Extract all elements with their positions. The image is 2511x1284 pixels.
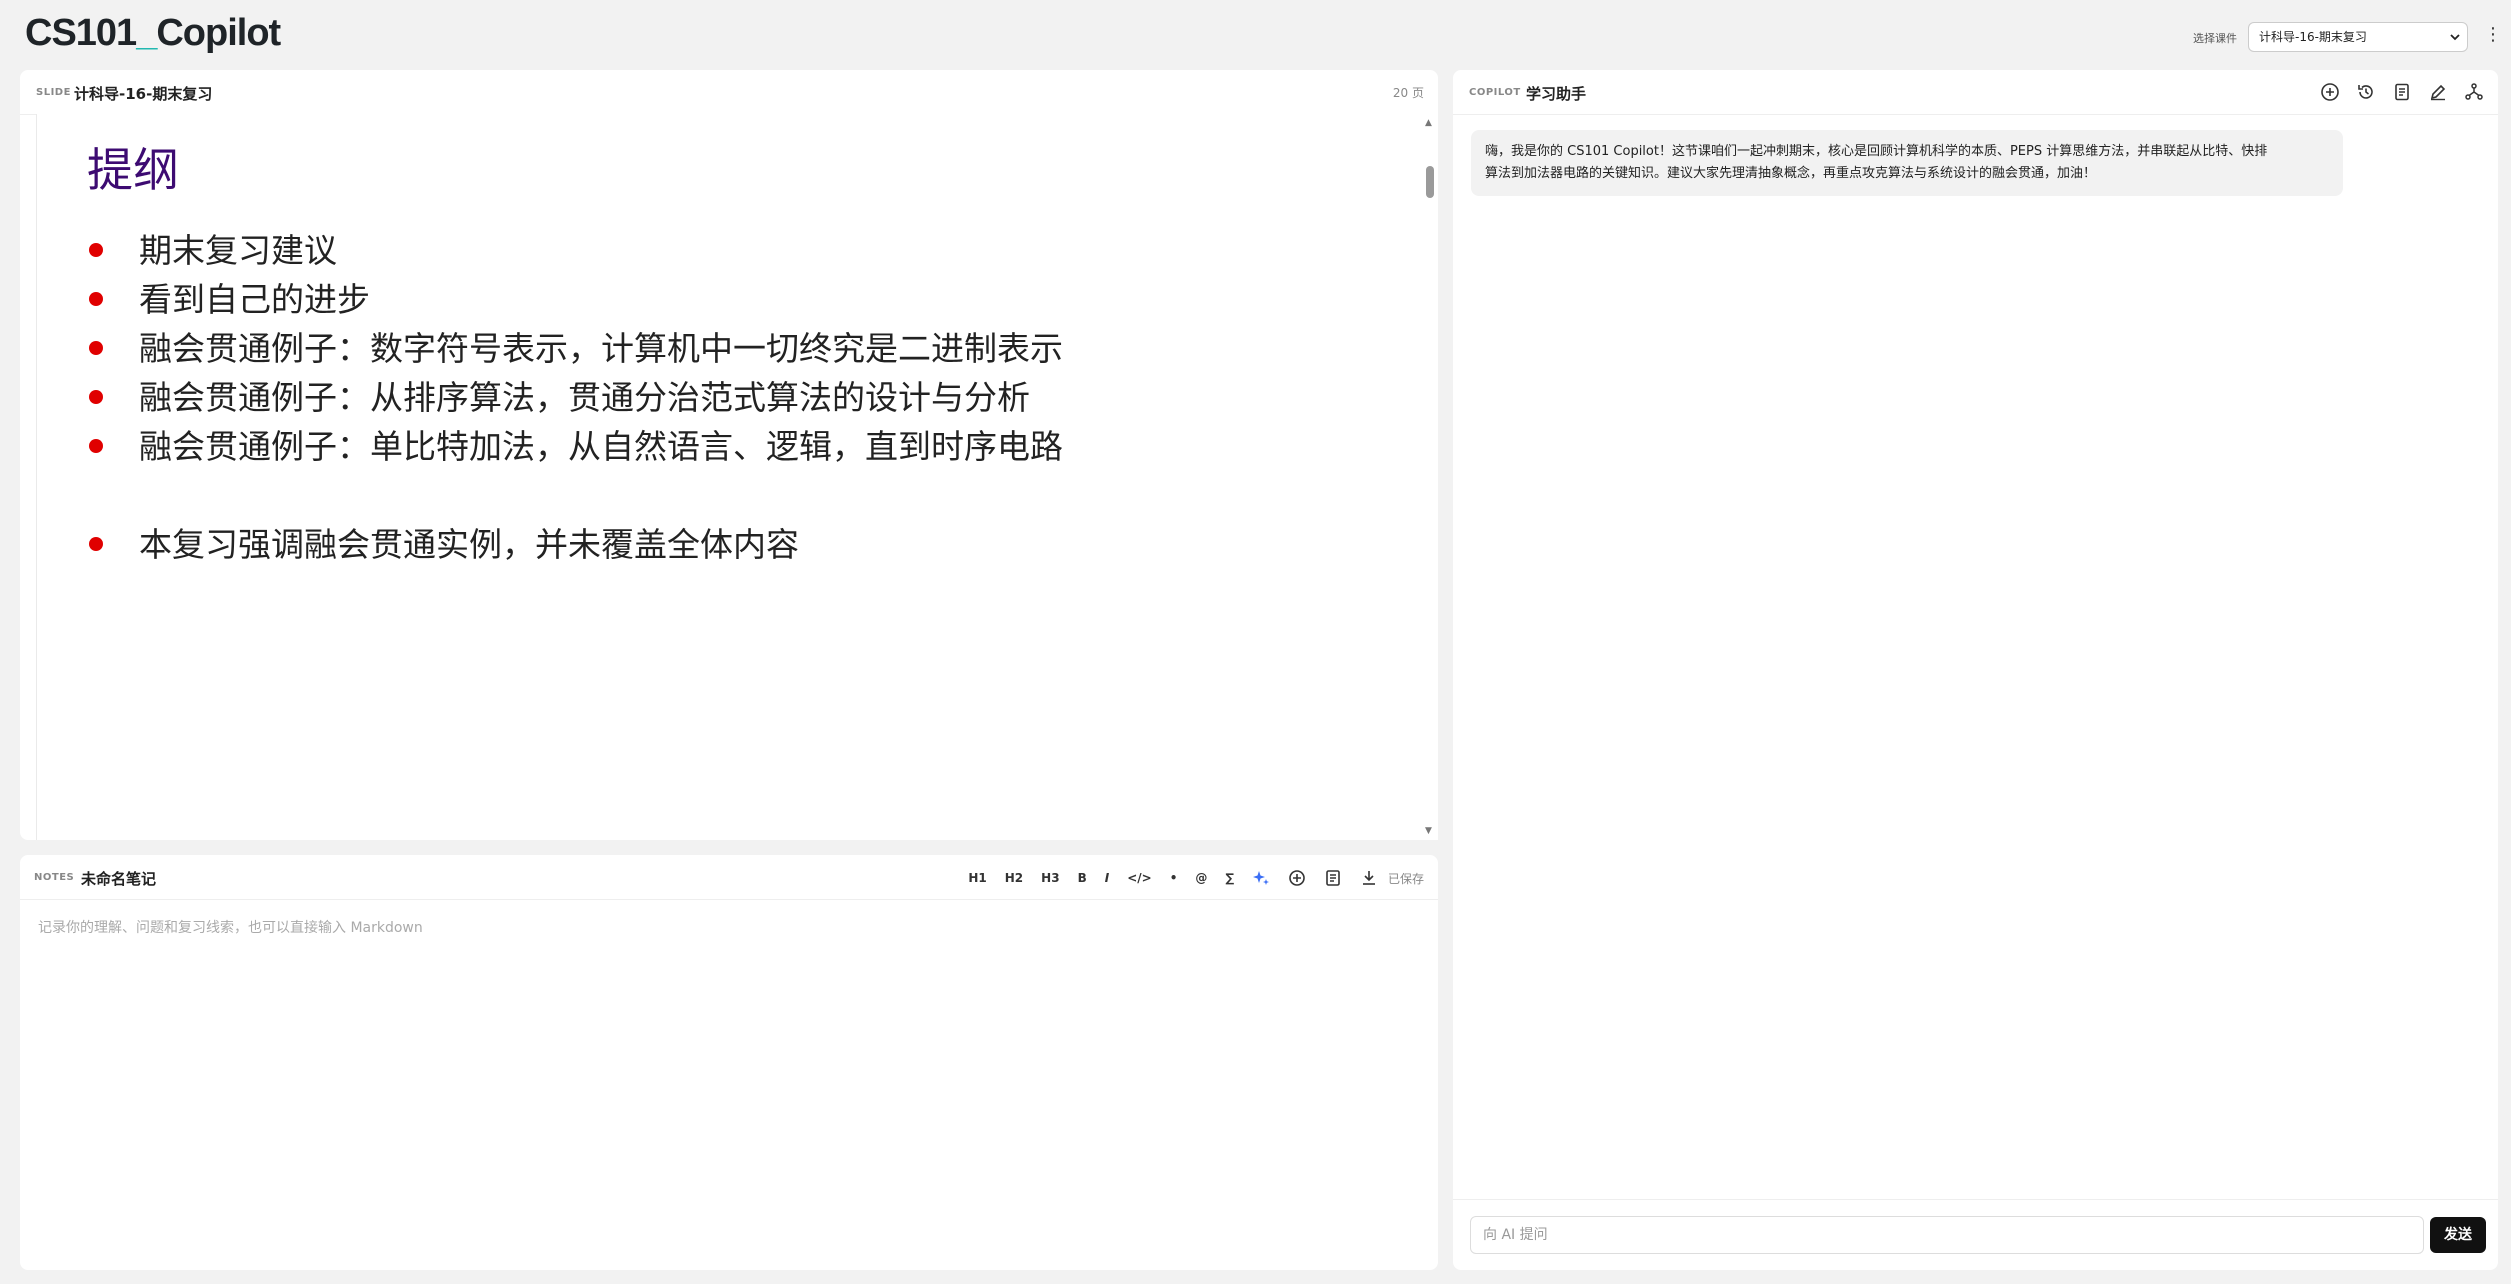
slide-bullet: 融会贯通例子：从排序算法，贯通分治范式算法的设计与分析 xyxy=(87,373,1063,422)
bullet-dot-icon xyxy=(89,390,103,404)
assistant-message-line: 算法到加法器电路的关键知识。建议大家先理清抽象概念，再重点攻克算法与系统设计的融… xyxy=(1485,166,2097,181)
ask-ai-input[interactable]: 向 AI 提问 xyxy=(1470,1216,2424,1254)
copilot-header-actions xyxy=(2304,82,2484,102)
page-count: 20 页 xyxy=(1392,86,1424,100)
slide-heading: 提纲 xyxy=(87,143,179,197)
h3-button[interactable]: H3 xyxy=(1041,869,1059,887)
edit-icon[interactable] xyxy=(2428,82,2448,102)
send-button[interactable]: 发送 xyxy=(2430,1217,2486,1253)
course-select[interactable]: 计科导-16-期末复习 xyxy=(2248,22,2468,52)
slide-title: 计科导-16-期末复习 xyxy=(74,85,213,103)
notes-editor[interactable]: 记录你的理解、问题和复习线索，也可以直接输入 Markdown xyxy=(38,917,423,937)
top-bar: CS101_Copilot 选择课件 计科导-16-期末复习 ⋮ xyxy=(0,0,2511,70)
bullet-dot-icon xyxy=(89,439,103,453)
copilot-title: 学习助手 xyxy=(1526,85,1587,103)
app-logo: CS101_Copilot xyxy=(25,12,281,54)
notes-panel: NOTES 未命名笔记 H1 H2 H3 B I </> • @ ∑ 已保存 记… xyxy=(20,855,1438,1270)
slide-scrollbar[interactable]: ▲ ▼ xyxy=(1422,114,1438,840)
copilot-panel-header: COPILOT 学习助手 xyxy=(1453,70,2498,115)
bullet-dot-icon xyxy=(89,292,103,306)
slide-bullet: 融会贯通例子：数字符号表示，计算机中一切终究是二进制表示 xyxy=(87,324,1063,373)
history-icon[interactable] xyxy=(2356,82,2376,102)
add-circle-icon[interactable] xyxy=(1288,869,1306,887)
copilot-panel: COPILOT 学习助手 嗨，我是你的 CS101 Copilot！这节课咱们一… xyxy=(1453,70,2498,1270)
scroll-up-icon[interactable]: ▲ xyxy=(1425,118,1432,128)
mention-button[interactable]: @ xyxy=(1195,869,1207,887)
slide-tag: SLIDE xyxy=(36,87,71,98)
copilot-tag: COPILOT xyxy=(1469,87,1521,98)
italic-button[interactable]: I xyxy=(1105,869,1109,887)
assistant-message-line: 嗨，我是你的 CS101 Copilot！这节课咱们一起冲刺期末，核心是回顾计算… xyxy=(1485,144,2268,159)
bullet-dot-icon xyxy=(89,537,103,551)
course-select-label: 选择课件 xyxy=(2193,32,2237,45)
code-button[interactable]: </> xyxy=(1127,869,1152,887)
more-menu-icon[interactable]: ⋮ xyxy=(2484,26,2502,44)
bullet-list-button[interactable]: • xyxy=(1170,869,1178,887)
chevron-down-icon xyxy=(2450,34,2460,41)
slide-bullet: 期末复习建议 xyxy=(87,226,1063,275)
bold-button[interactable]: B xyxy=(1078,869,1087,887)
notes-panel-header: NOTES 未命名笔记 H1 H2 H3 B I </> • @ ∑ 已保存 xyxy=(20,855,1438,900)
slide-bullet: 本复习强调融会贯通实例，并未覆盖全体内容 xyxy=(87,520,1063,569)
mindmap-icon[interactable] xyxy=(2464,82,2484,102)
h2-button[interactable]: H2 xyxy=(1005,869,1023,887)
chat-input-bar: 向 AI 提问 发送 xyxy=(1453,1199,2498,1270)
scroll-thumb[interactable] xyxy=(1426,166,1434,198)
save-status: 已保存 xyxy=(1387,871,1424,886)
formula-button[interactable]: ∑ xyxy=(1225,869,1234,887)
course-select-value: 计科导-16-期末复习 xyxy=(2259,30,2367,44)
slide-bullet: 融会贯通例子：单比特加法，从自然语言、逻辑，直到时序电路 xyxy=(87,422,1063,471)
notes-title[interactable]: 未命名笔记 xyxy=(81,868,156,889)
bullet-dot-icon xyxy=(89,243,103,257)
notes-toolbar: H1 H2 H3 B I </> • @ ∑ 已保存 xyxy=(950,869,1424,887)
document-icon[interactable] xyxy=(1324,869,1342,887)
scroll-down-icon[interactable]: ▼ xyxy=(1425,826,1432,836)
slide-bullet: 看到自己的进步 xyxy=(87,275,1063,324)
slide-panel-header: SLIDE 计科导-16-期末复习 20 页 xyxy=(20,70,1438,115)
download-icon[interactable] xyxy=(1360,869,1378,887)
slide-panel: SLIDE 计科导-16-期末复习 20 页 提纲 期末复习建议 看到自己的进步… xyxy=(20,70,1438,840)
new-chat-icon[interactable] xyxy=(2320,82,2340,102)
h1-button[interactable]: H1 xyxy=(968,869,986,887)
slide-bullet-list: 期末复习建议 看到自己的进步 融会贯通例子：数字符号表示，计算机中一切终究是二进… xyxy=(87,226,1063,569)
bullet-dot-icon xyxy=(89,341,103,355)
ai-sparkle-icon[interactable] xyxy=(1252,869,1270,887)
slide-viewer[interactable]: 提纲 期末复习建议 看到自己的进步 融会贯通例子：数字符号表示，计算机中一切终究… xyxy=(36,114,1428,840)
notes-doc-icon[interactable] xyxy=(2392,82,2412,102)
assistant-message: 嗨，我是你的 CS101 Copilot！这节课咱们一起冲刺期末，核心是回顾计算… xyxy=(1471,130,2343,196)
notes-tag: NOTES xyxy=(34,872,75,883)
